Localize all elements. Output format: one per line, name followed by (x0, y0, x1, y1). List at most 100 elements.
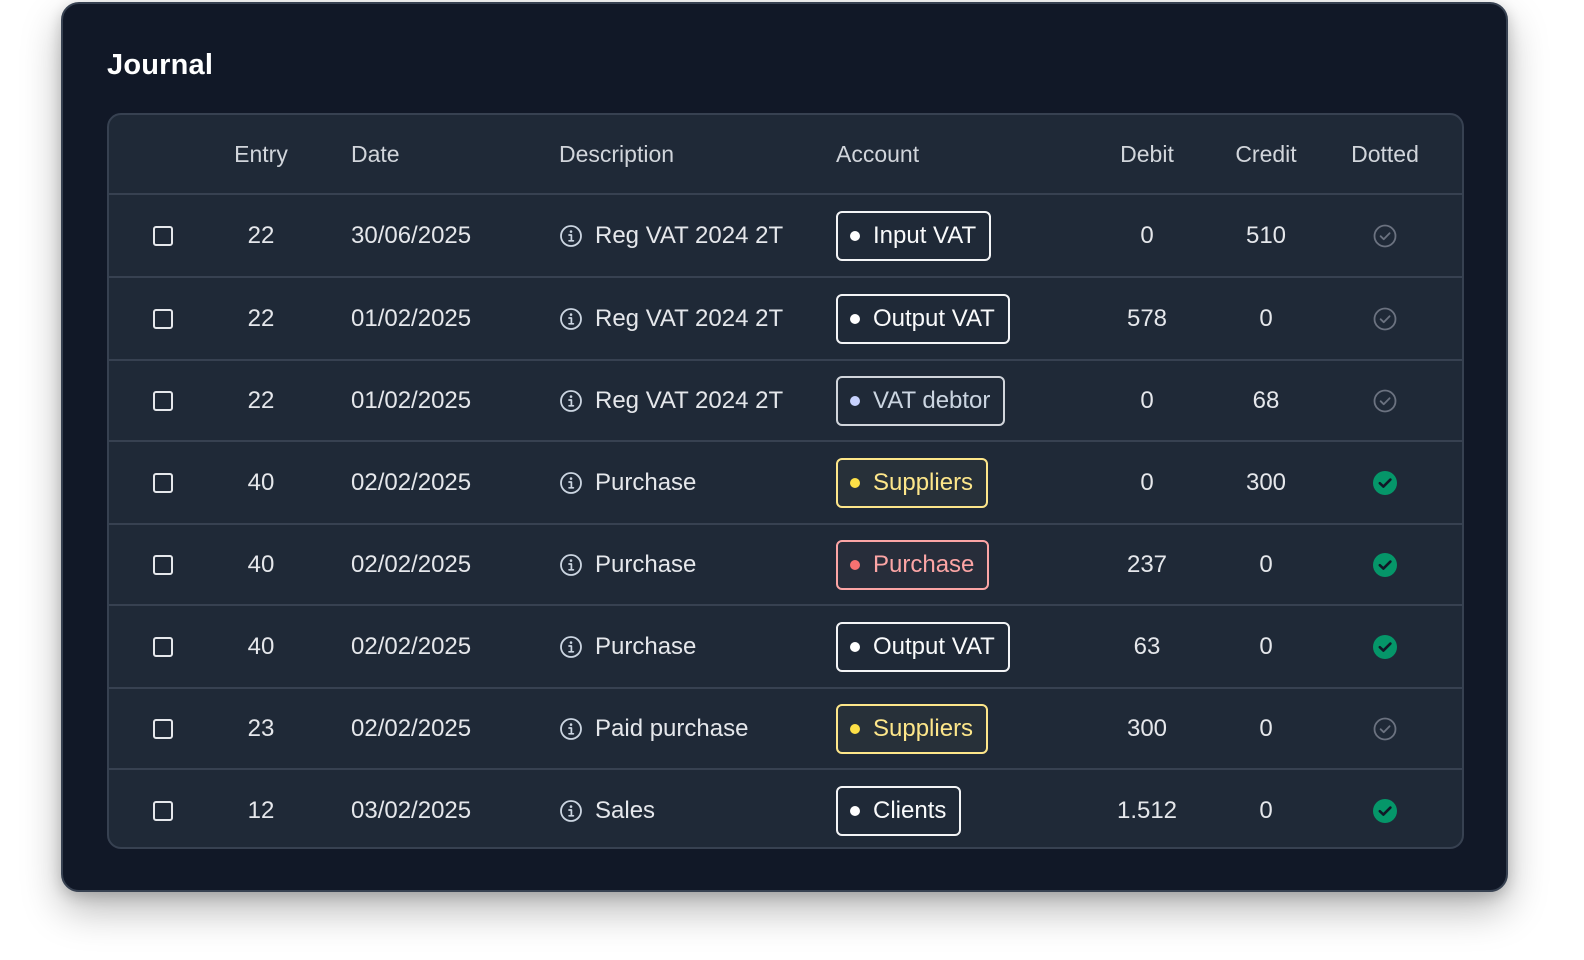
row-checkbox[interactable] (153, 636, 173, 657)
entry-date: 02/02/2025 (351, 468, 472, 496)
not-dotted-check-icon[interactable] (1372, 716, 1398, 742)
account-cell: Input VAT (836, 195, 1096, 276)
not-dotted-check-icon[interactable] (1372, 388, 1398, 414)
badge-dot-icon (850, 641, 860, 652)
header-debit[interactable]: Debit (1097, 115, 1197, 193)
account-badge[interactable]: Output VAT (836, 293, 1010, 344)
row-checkbox[interactable] (153, 472, 173, 493)
info-icon[interactable] (559, 224, 583, 248)
info-icon[interactable] (559, 553, 583, 577)
entry-description: Purchase (595, 468, 697, 496)
badge-dot-icon (850, 477, 860, 488)
table-row[interactable]: 23 02/02/2025 Paid purchase Suppliers 30… (109, 687, 1462, 768)
info-icon[interactable] (559, 307, 583, 331)
account-cell: VAT debtor (836, 361, 1096, 440)
table-row[interactable]: 40 02/02/2025 Purchase Suppliers 0 300 (109, 440, 1462, 523)
row-checkbox[interactable] (153, 554, 173, 575)
badge-dot-icon (850, 313, 860, 324)
entry-description-cell: Purchase (559, 525, 829, 604)
account-badge[interactable]: Output VAT (836, 621, 1010, 672)
table-row[interactable]: 22 30/06/2025 Reg VAT 2024 2T Input VAT … (109, 193, 1462, 276)
row-checkbox[interactable] (153, 800, 173, 821)
journal-table: Entry Date Description Account Debit Cre… (107, 113, 1464, 849)
entry-description: Purchase (595, 550, 697, 578)
account-badge[interactable]: Purchase (836, 539, 990, 590)
account-label: Output VAT (873, 632, 995, 660)
dotted-cell (1335, 770, 1435, 847)
entry-number: 40 (247, 550, 275, 578)
entry-description-cell: Reg VAT 2024 2T (559, 361, 829, 440)
badge-dot-icon (850, 723, 860, 734)
table-row[interactable]: 40 02/02/2025 Purchase Output VAT 63 0 (109, 604, 1462, 687)
entry-description-cell: Reg VAT 2024 2T (559, 278, 829, 359)
debit-value: 63 (1133, 632, 1161, 660)
info-icon[interactable] (559, 717, 583, 741)
row-checkbox[interactable] (153, 308, 173, 329)
entry-description: Reg VAT 2024 2T (595, 304, 784, 332)
dotted-check-icon[interactable] (1372, 552, 1398, 578)
entry-date: 03/02/2025 (351, 796, 472, 824)
entry-date: 01/02/2025 (351, 386, 472, 414)
credit-value: 0 (1259, 632, 1273, 660)
row-checkbox[interactable] (153, 390, 173, 411)
account-badge[interactable]: Suppliers (836, 703, 989, 754)
entry-description: Reg VAT 2024 2T (595, 386, 784, 414)
account-badge[interactable]: Clients (836, 785, 962, 836)
account-badge[interactable]: Input VAT (836, 210, 992, 261)
dotted-check-icon[interactable] (1372, 470, 1398, 496)
info-icon[interactable] (559, 635, 583, 659)
dotted-cell (1335, 442, 1435, 523)
entry-date: 30/06/2025 (351, 221, 472, 249)
row-checkbox[interactable] (153, 225, 173, 246)
entry-description: Paid purchase (595, 714, 749, 742)
entry-description: Purchase (595, 632, 697, 660)
badge-dot-icon (850, 805, 860, 816)
debit-value: 0 (1140, 386, 1154, 414)
dotted-check-icon[interactable] (1372, 634, 1398, 660)
header-account[interactable]: Account (836, 115, 1096, 193)
debit-value: 578 (1126, 304, 1168, 332)
credit-value: 0 (1259, 796, 1273, 824)
dotted-cell (1335, 361, 1435, 440)
account-badge[interactable]: VAT debtor (836, 375, 1006, 426)
dotted-cell (1335, 689, 1435, 768)
account-cell: Output VAT (836, 606, 1096, 687)
entry-date: 02/02/2025 (351, 714, 472, 742)
table-row[interactable]: 22 01/02/2025 Reg VAT 2024 2T VAT debtor… (109, 359, 1462, 440)
row-checkbox-cell (151, 606, 175, 687)
entry-description: Sales (595, 796, 656, 824)
info-icon[interactable] (559, 471, 583, 495)
not-dotted-check-icon[interactable] (1372, 306, 1398, 332)
row-checkbox-cell (151, 278, 175, 359)
entry-date: 02/02/2025 (351, 550, 472, 578)
header-entry[interactable]: Entry (221, 115, 301, 193)
row-checkbox[interactable] (153, 718, 173, 739)
dotted-check-icon[interactable] (1372, 798, 1398, 824)
journal-card: Journal Entry Date Description Account D… (61, 2, 1508, 892)
info-icon[interactable] (559, 799, 583, 823)
table-row[interactable]: 40 02/02/2025 Purchase Purchase 237 0 (109, 523, 1462, 604)
entry-number: 22 (247, 304, 275, 332)
badge-dot-icon (850, 559, 860, 570)
account-label: Clients (873, 796, 947, 824)
account-badge[interactable]: Suppliers (836, 457, 989, 508)
header-dotted[interactable]: Dotted (1335, 115, 1435, 193)
header-date[interactable]: Date (351, 115, 551, 193)
dotted-cell (1335, 278, 1435, 359)
header-credit[interactable]: Credit (1216, 115, 1316, 193)
header-description[interactable]: Description (559, 115, 829, 193)
entry-date: 02/02/2025 (351, 632, 472, 660)
badge-dot-icon (850, 395, 860, 406)
info-icon[interactable] (559, 389, 583, 413)
entry-number: 22 (247, 221, 275, 249)
account-label: Input VAT (873, 221, 977, 249)
entry-number: 40 (247, 468, 275, 496)
dotted-cell (1335, 195, 1435, 276)
account-cell: Output VAT (836, 278, 1096, 359)
row-checkbox-cell (151, 361, 175, 440)
row-checkbox-cell (151, 689, 175, 768)
table-row[interactable]: 12 03/02/2025 Sales Clients 1.512 0 (109, 768, 1462, 847)
not-dotted-check-icon[interactable] (1372, 223, 1398, 249)
table-header: Entry Date Description Account Debit Cre… (109, 115, 1462, 193)
table-row[interactable]: 22 01/02/2025 Reg VAT 2024 2T Output VAT… (109, 276, 1462, 359)
